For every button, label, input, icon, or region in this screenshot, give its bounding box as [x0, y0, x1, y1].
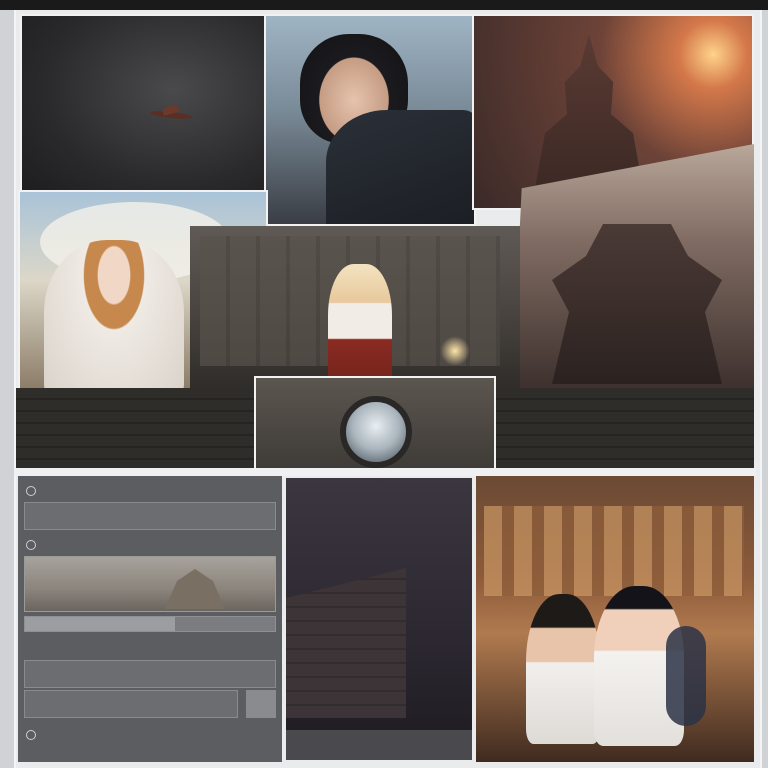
panel-couple-ornate-room[interactable]: [476, 476, 754, 762]
woman-hair-illustration: [666, 626, 706, 726]
ui-row-2[interactable]: [24, 660, 276, 688]
corridor-caption: [286, 730, 472, 760]
panel-porthole[interactable]: [254, 376, 496, 470]
blonde-girl-illustration: [328, 264, 392, 392]
ui-small-button[interactable]: [246, 690, 276, 718]
ui-progress-bar: [24, 616, 276, 632]
panel-dark-corridor[interactable]: [286, 478, 472, 760]
ui-thumbnail[interactable]: [24, 556, 276, 612]
row-divider: [14, 468, 756, 476]
ui-thumbnail-landscape: [165, 569, 225, 609]
panel-ruins-girl[interactable]: [190, 226, 520, 392]
ui-progress-fill: [25, 617, 175, 631]
circle-icon: [26, 730, 36, 740]
ornate-wall-illustration: [484, 506, 744, 596]
circle-icon: [26, 486, 36, 496]
ui-row-3[interactable]: [24, 690, 238, 718]
panel-boy-portrait[interactable]: [264, 14, 476, 226]
corridor-wall-illustration: [286, 568, 406, 718]
panel-dark-sky[interactable]: [20, 14, 276, 202]
ui-heading: [26, 484, 42, 497]
palace-illustration: [552, 224, 722, 384]
boy-body-illustration: [326, 110, 474, 224]
top-bar: [0, 0, 768, 10]
ui-row-1[interactable]: [24, 502, 276, 530]
panel-ui-mock: [18, 476, 282, 762]
circle-icon: [26, 540, 36, 550]
bird-illustration: [149, 109, 193, 121]
light-glow: [440, 336, 470, 366]
porthole-illustration: [340, 396, 412, 468]
ui-footer-line-1: [26, 728, 42, 741]
ui-sub-heading: [26, 538, 42, 551]
girl-illustration: [44, 240, 184, 388]
man-illustration: [526, 594, 600, 744]
